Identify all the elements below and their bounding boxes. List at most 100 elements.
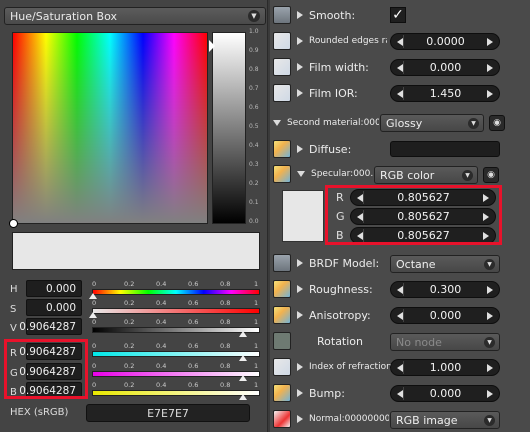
value-axis: 1.0 0.9 0.8 0.7 0.6 0.5 0.4 0.3 0.2 0.1 … xyxy=(248,28,266,228)
rotation-value: No node xyxy=(396,335,442,349)
g-slider[interactable]: 0 0.2 0.4 0.6 0.8 1 xyxy=(92,362,260,381)
bump-label: Bump: xyxy=(309,386,345,400)
image-pin-icon[interactable] xyxy=(273,410,291,428)
normal-type-value: RGB image xyxy=(396,413,458,427)
slider-tick: 1 xyxy=(254,318,259,326)
film-ior-value[interactable]: 1.450 xyxy=(404,87,487,100)
s-input[interactable]: 0.000 xyxy=(26,299,82,316)
increment-arrow-icon[interactable] xyxy=(487,285,493,294)
node-pin-icon[interactable] xyxy=(273,6,291,24)
v-thumb[interactable] xyxy=(239,331,248,337)
film-width-spinner[interactable]: 0.000 xyxy=(390,59,500,76)
color-mode-dropdown[interactable]: Hue/Saturation Box ▼ xyxy=(4,7,266,25)
float-pin-icon[interactable] xyxy=(273,358,291,376)
h-input[interactable]: 0.000 xyxy=(26,280,82,297)
brdf-model-dropdown[interactable]: Octane ▼ xyxy=(390,255,500,273)
expand-arrow-icon[interactable] xyxy=(297,285,303,293)
smooth-checkbox[interactable]: ✓ xyxy=(390,7,406,23)
value-strip[interactable] xyxy=(212,32,246,224)
anisotropy-spinner[interactable]: 0.000 xyxy=(390,307,500,324)
v-label: V xyxy=(10,323,17,334)
increment-arrow-icon[interactable] xyxy=(487,311,493,320)
enum-pin-icon[interactable] xyxy=(273,254,291,272)
eye-icon[interactable]: ◉ xyxy=(489,115,505,131)
expand-arrow-icon[interactable] xyxy=(297,363,303,371)
slider-tick: 0 xyxy=(92,342,97,350)
b-thumb[interactable] xyxy=(239,394,248,400)
color-mode-label: Hue/Saturation Box xyxy=(10,9,118,23)
v-slider[interactable]: 0 0.2 0.4 0.6 0.8 1 xyxy=(92,318,260,337)
rounded-edges-spinner[interactable]: 0.0000 xyxy=(390,33,500,50)
expand-arrow-icon[interactable] xyxy=(297,37,303,45)
increment-arrow-icon[interactable] xyxy=(487,89,493,98)
anisotropy-value[interactable]: 0.000 xyxy=(404,309,487,322)
float-pin-icon[interactable] xyxy=(273,58,291,76)
texture-pin-icon[interactable] xyxy=(273,140,291,158)
slider-tick: 0.6 xyxy=(188,342,199,350)
second-material-value: Glossy xyxy=(386,116,423,130)
film-width-label: Film width: xyxy=(309,60,369,74)
value-tick: 0.4 xyxy=(249,142,259,149)
increment-arrow-icon[interactable] xyxy=(487,37,493,46)
normal-type-dropdown[interactable]: RGB image ▼ xyxy=(390,411,500,429)
diffuse-color-swatch[interactable] xyxy=(390,141,500,157)
value-tick: 0.7 xyxy=(249,85,259,92)
texture-pin-icon[interactable] xyxy=(273,165,291,183)
float-pin-icon[interactable] xyxy=(273,84,291,102)
chevron-down-icon: ▼ xyxy=(484,415,495,426)
increment-arrow-icon[interactable] xyxy=(487,63,493,72)
increment-arrow-icon[interactable] xyxy=(487,389,493,398)
collapse-arrow-icon[interactable] xyxy=(273,120,281,126)
film-ior-spinner[interactable]: 1.450 xyxy=(390,85,500,102)
expand-arrow-icon[interactable] xyxy=(297,259,303,267)
hue-saturation-box[interactable] xyxy=(9,32,208,228)
second-material-dropdown[interactable]: Glossy ▼ xyxy=(380,114,484,132)
r-thumb[interactable] xyxy=(239,355,248,361)
expand-arrow-icon[interactable] xyxy=(297,11,303,19)
saturation-gradient xyxy=(92,308,260,314)
film-width-value[interactable]: 0.000 xyxy=(404,61,487,74)
ior-value[interactable]: 1.000 xyxy=(404,361,487,374)
slider-tick: 1 xyxy=(254,362,259,370)
h-slider[interactable]: 0 0.2 0.4 0.6 0.8 1 xyxy=(89,280,260,299)
expand-arrow-icon[interactable] xyxy=(297,145,303,153)
float-pin-icon[interactable] xyxy=(273,32,291,50)
roughness-spinner[interactable]: 0.300 xyxy=(390,281,500,298)
texture-pin-icon[interactable] xyxy=(273,384,291,402)
specular-color-preview[interactable] xyxy=(282,190,324,242)
expand-arrow-icon[interactable] xyxy=(297,89,303,97)
roughness-value[interactable]: 0.300 xyxy=(404,283,487,296)
expand-arrow-icon[interactable] xyxy=(297,389,303,397)
slider-tick: 0 xyxy=(92,299,97,307)
rotation-node-dropdown[interactable]: No node ▼ xyxy=(390,333,500,351)
chevron-down-icon: ▼ xyxy=(484,337,495,348)
slider-tick: 0.2 xyxy=(124,318,135,326)
rotation-pin-icon[interactable] xyxy=(273,332,291,350)
expand-arrow-icon[interactable] xyxy=(297,311,303,319)
texture-pin-icon[interactable] xyxy=(273,306,291,324)
chevron-down-icon: ▼ xyxy=(248,10,260,22)
bump-value[interactable]: 0.000 xyxy=(404,387,487,400)
eye-icon[interactable]: ◉ xyxy=(483,167,499,183)
b-slider[interactable]: 0 0.2 0.4 0.6 0.8 1 xyxy=(92,381,260,400)
hex-input[interactable]: E7E7E7 xyxy=(86,404,250,422)
texture-pin-icon[interactable] xyxy=(273,280,291,298)
s-slider[interactable]: 0 0.2 0.4 0.6 0.8 1 xyxy=(89,299,260,318)
collapse-arrow-icon[interactable] xyxy=(297,171,305,177)
h-label: H xyxy=(10,284,18,295)
specular-type-dropdown[interactable]: RGB color ▼ xyxy=(374,166,478,184)
bump-spinner[interactable]: 0.000 xyxy=(390,385,500,402)
value-marker[interactable] xyxy=(209,40,215,52)
rounded-edges-label: Rounded edges ra... xyxy=(309,36,387,46)
value-tick: 0.1 xyxy=(249,199,259,206)
r-slider[interactable]: 0 0.2 0.4 0.6 0.8 1 xyxy=(92,342,260,361)
picker-cursor[interactable] xyxy=(9,219,18,228)
red-gradient xyxy=(92,351,260,357)
rounded-edges-value[interactable]: 0.0000 xyxy=(404,35,487,48)
ior-spinner[interactable]: 1.000 xyxy=(390,359,500,376)
expand-arrow-icon[interactable] xyxy=(297,415,303,423)
expand-arrow-icon[interactable] xyxy=(297,63,303,71)
roughness-label: Roughness: xyxy=(309,282,373,296)
increment-arrow-icon[interactable] xyxy=(487,363,493,372)
v-input[interactable]: 0.9064287 xyxy=(19,318,82,335)
